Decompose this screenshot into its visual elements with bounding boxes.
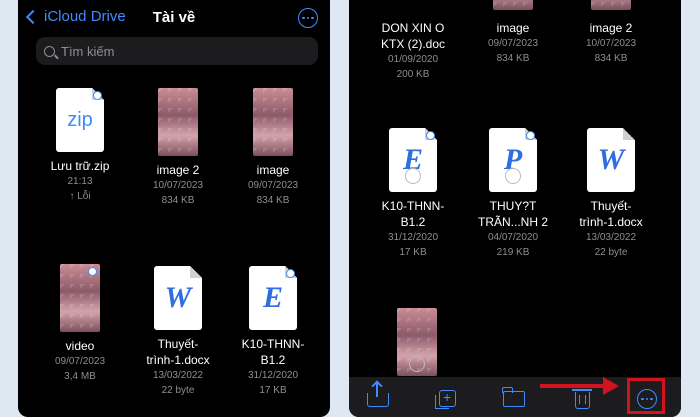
file-item[interactable]: W Thuyết- trình-1.docx 13/03/2022 22 byt… bbox=[130, 266, 226, 398]
image-thumbnail bbox=[493, 0, 533, 10]
nav-bar: iCloud Drive Tài về bbox=[18, 8, 330, 30]
file-size: 834 KB bbox=[256, 195, 290, 206]
word-document-icon: W bbox=[154, 266, 202, 330]
image-thumbnail bbox=[158, 88, 198, 156]
file-name: image 2 bbox=[589, 21, 633, 35]
file-item[interactable]: E K10-THNN- B1.2 31/12/2020 17 KB bbox=[365, 128, 461, 260]
download-progress-icon bbox=[409, 356, 425, 372]
file-date: 31/12/2020 bbox=[387, 232, 439, 243]
more-icon[interactable] bbox=[298, 8, 318, 28]
file-date: 04/07/2020 bbox=[487, 232, 539, 243]
file-name-line2: trình-1.docx bbox=[579, 215, 643, 229]
file-name: K10-THNN- bbox=[381, 199, 445, 213]
file-date: 13/03/2022 bbox=[585, 232, 637, 243]
file-date: 31/12/2020 bbox=[247, 370, 299, 381]
file-name-line2: B1.2 bbox=[260, 353, 286, 367]
file-name-line2: trình-1.docx bbox=[146, 353, 210, 367]
search-bar[interactable] bbox=[36, 37, 318, 65]
file-size: 22 byte bbox=[161, 385, 195, 396]
file-size: 834 KB bbox=[496, 53, 530, 64]
file-name-line2: B1.2 bbox=[400, 215, 426, 229]
file-name: DON XIN O bbox=[381, 21, 445, 35]
video-thumbnail bbox=[60, 264, 100, 332]
duplicate-icon[interactable] bbox=[435, 389, 456, 409]
share-icon[interactable] bbox=[367, 383, 389, 407]
file-item[interactable]: W Thuyết- trình-1.docx 13/03/2022 22 byt… bbox=[563, 128, 659, 260]
download-progress-icon bbox=[405, 168, 421, 184]
file-date: 09/07/2023 bbox=[247, 180, 299, 191]
file-name: video bbox=[65, 339, 95, 353]
file-name: K10-THNN- bbox=[241, 337, 305, 351]
file-name-line2: KTX (2).doc bbox=[380, 37, 446, 51]
annotation-highlight-box bbox=[627, 378, 665, 414]
search-input[interactable] bbox=[61, 43, 261, 59]
files-screen-right: DON XIN O KTX (2).doc 01/09/2020 200 KB … bbox=[349, 0, 681, 417]
file-date: 09/07/2023 bbox=[54, 356, 106, 367]
file-date: 10/07/2023 bbox=[152, 180, 204, 191]
file-size: 834 KB bbox=[161, 195, 195, 206]
file-size: 200 KB bbox=[396, 69, 430, 80]
file-item[interactable]: image 09/07/2023 834 KB bbox=[225, 88, 321, 208]
file-date: 21:13 bbox=[67, 176, 93, 187]
file-size: 22 byte bbox=[594, 247, 628, 258]
excel-document-icon: E bbox=[249, 266, 297, 330]
file-name-line2: TRÃN...NH 2 bbox=[477, 215, 548, 229]
cloud-icon bbox=[286, 269, 295, 278]
trash-icon[interactable] bbox=[572, 389, 592, 409]
file-item[interactable]: P THUY?T TRÃN...NH 2 04/07/2020 219 KB bbox=[465, 128, 561, 260]
file-name: Thuyết- bbox=[590, 199, 632, 213]
file-name: image bbox=[496, 21, 530, 35]
image-thumbnail bbox=[591, 0, 631, 10]
file-size: 3,4 MB bbox=[64, 371, 96, 382]
annotation-arrow bbox=[540, 384, 606, 388]
file-date: 09/07/2023 bbox=[487, 38, 539, 49]
file-name: image bbox=[256, 163, 290, 177]
file-size: 17 KB bbox=[259, 385, 287, 396]
files-screen-left: iCloud Drive Tài về zip Lưu trữ.zip 21:1… bbox=[18, 0, 330, 417]
cloud-icon bbox=[526, 131, 535, 140]
powerpoint-document-icon: P bbox=[489, 128, 537, 192]
file-date: 10/07/2023 bbox=[585, 38, 637, 49]
image-thumbnail bbox=[253, 88, 293, 156]
file-item[interactable]: image 2 10/07/2023 834 KB bbox=[130, 88, 226, 208]
annotation-arrow-head bbox=[603, 377, 619, 395]
file-item[interactable]: video 09/07/2023 3,4 MB bbox=[32, 264, 128, 384]
cloud-icon bbox=[88, 267, 97, 276]
download-progress-icon bbox=[505, 168, 521, 184]
cloud-icon bbox=[426, 131, 435, 140]
file-status: ↑ Lỗi bbox=[69, 191, 91, 202]
cloud-icon bbox=[93, 91, 102, 100]
file-name: THUY?T bbox=[489, 199, 537, 213]
file-size: 834 KB bbox=[594, 53, 628, 64]
file-name: Thuyết- bbox=[157, 337, 199, 351]
page-title: Tài về bbox=[152, 9, 196, 26]
file-item[interactable]: zip Lưu trữ.zip 21:13 ↑ Lỗi bbox=[32, 88, 128, 204]
file-item[interactable]: image 09/07/2023 834 KB bbox=[465, 20, 561, 66]
file-size: 219 KB bbox=[496, 247, 530, 258]
folder-icon[interactable] bbox=[502, 387, 525, 407]
file-item[interactable]: E K10-THNN- B1.2 31/12/2020 17 KB bbox=[225, 266, 321, 398]
file-date: 13/03/2022 bbox=[152, 370, 204, 381]
zip-file-icon: zip bbox=[56, 88, 104, 152]
file-size: 17 KB bbox=[399, 247, 427, 258]
word-document-icon: W bbox=[587, 128, 635, 192]
excel-document-icon: E bbox=[389, 128, 437, 192]
image-thumbnail[interactable] bbox=[397, 308, 437, 376]
file-date: 01/09/2020 bbox=[387, 54, 439, 65]
file-item[interactable]: DON XIN O KTX (2).doc 01/09/2020 200 KB bbox=[365, 20, 461, 82]
file-name: image 2 bbox=[156, 163, 200, 177]
search-icon bbox=[44, 45, 55, 57]
file-name: Lưu trữ.zip bbox=[50, 159, 110, 173]
file-item[interactable]: image 2 10/07/2023 834 KB bbox=[563, 20, 659, 66]
